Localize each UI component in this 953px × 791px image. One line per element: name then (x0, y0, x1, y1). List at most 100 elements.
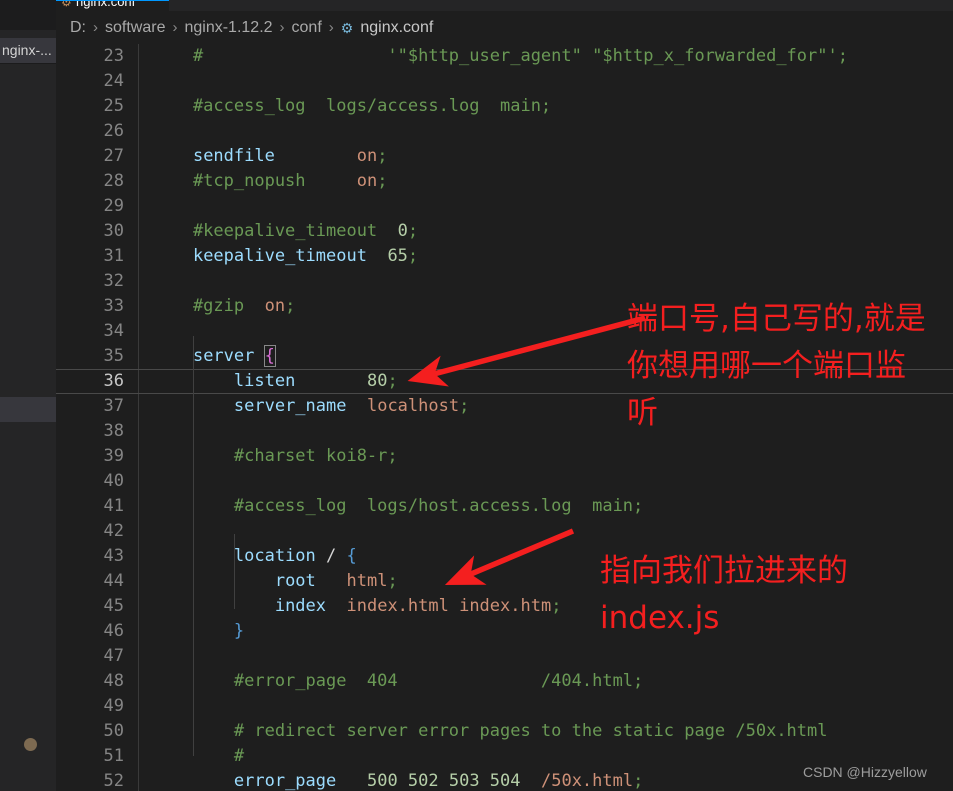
tab-strip: ⚙ nginx.conf (56, 0, 953, 11)
code-token: # '"$http_user_agent" "$http_x_forwarded… (152, 46, 848, 66)
indent-guide (193, 336, 194, 756)
watermark: CSDN @Hizzyellow (803, 764, 927, 780)
code-token: / (315, 546, 347, 566)
tab-label: nginx.conf (76, 0, 136, 9)
code-line[interactable]: 48 #error_page 404 /404.html; (56, 669, 953, 694)
code-line[interactable]: 46 } (56, 619, 953, 644)
line-number: 42 (103, 521, 124, 541)
breadcrumb-segment-software[interactable]: software (105, 19, 165, 37)
code-line[interactable]: 40 (56, 469, 953, 494)
line-content: # redirect server error pages to the sta… (152, 719, 828, 744)
code-token: ; (285, 296, 296, 316)
code-line[interactable]: 24 (56, 69, 953, 94)
code-token: index.html index.htm (346, 596, 552, 616)
line-number: 33 (103, 296, 124, 316)
line-number: 37 (103, 396, 124, 416)
breadcrumb-file[interactable]: nginx.conf (360, 19, 433, 37)
code-token: # (152, 746, 245, 766)
code-token: #access_log logs/host.access.log main; (152, 496, 644, 516)
code-line[interactable]: 38 (56, 419, 953, 444)
code-lines[interactable]: 23 # '"$http_user_agent" "$http_x_forwar… (56, 44, 953, 791)
breadcrumb-segment-conf[interactable]: conf (292, 19, 322, 37)
code-line[interactable]: 30 #keepalive_timeout 0; (56, 219, 953, 244)
code-line[interactable]: 27 sendfile on; (56, 144, 953, 169)
line-content: keepalive_timeout 65; (152, 244, 418, 269)
code-line[interactable]: 29 (56, 194, 953, 219)
code-token: root (274, 571, 316, 591)
code-line[interactable]: 43 location / { (56, 544, 953, 569)
code-token: on (356, 146, 378, 166)
code-line[interactable]: 32 (56, 269, 953, 294)
vscode-window: nginx-... ⚙ nginx.conf D: › software › n… (0, 0, 953, 791)
line-content: #access_log logs/host.access.log main; (152, 494, 643, 519)
code-token: on (264, 296, 286, 316)
gear-icon: ⚙ (340, 20, 354, 36)
line-content: #access_log logs/access.log main; (152, 94, 551, 119)
line-number: 41 (103, 496, 124, 516)
code-token: 80 (366, 371, 388, 391)
tab-nginx-conf[interactable]: ⚙ nginx.conf (56, 0, 169, 11)
line-number: 47 (103, 646, 124, 666)
code-token: #charset koi8-r; (152, 446, 398, 466)
code-line[interactable]: 28 #tcp_nopush on; (56, 169, 953, 194)
code-line[interactable]: 49 (56, 694, 953, 719)
code-line[interactable]: 25 #access_log logs/access.log main; (56, 94, 953, 119)
code-token: server_name (233, 396, 347, 416)
code-line[interactable]: 50 # redirect server error pages to the … (56, 719, 953, 744)
code-line[interactable]: 37 server_name localhost; (56, 394, 953, 419)
line-number: 52 (103, 771, 124, 791)
code-line[interactable]: 35 server { (56, 344, 953, 369)
chevron-right-icon: › (328, 19, 334, 36)
code-token: ; (377, 146, 388, 166)
breadcrumb-segment-nginx[interactable]: nginx-1.12.2 (184, 19, 272, 37)
code-editor[interactable]: 23 # '"$http_user_agent" "$http_x_forwar… (56, 44, 953, 791)
code-line[interactable]: 47 (56, 644, 953, 669)
line-content: #keepalive_timeout 0; (152, 219, 418, 244)
code-token: 500 502 503 504 (366, 771, 521, 791)
code-token: location (233, 546, 316, 566)
line-content: } (152, 619, 244, 644)
code-line[interactable]: 31 keepalive_timeout 65; (56, 244, 953, 269)
code-token: { (346, 546, 357, 566)
line-number: 50 (103, 721, 124, 741)
code-line[interactable]: 45 index index.html index.htm; (56, 594, 953, 619)
code-token: { (263, 345, 276, 367)
line-number: 44 (103, 571, 124, 591)
code-token: ; (551, 596, 562, 616)
code-token: server (192, 346, 255, 366)
line-content: index index.html index.htm; (152, 594, 562, 619)
breadcrumb-segment-drive[interactable]: D: (70, 19, 86, 37)
line-number: 34 (103, 321, 124, 341)
status-dot-icon (24, 738, 37, 751)
code-line[interactable]: 26 (56, 119, 953, 144)
line-number: 30 (103, 221, 124, 241)
code-line[interactable]: 42 (56, 519, 953, 544)
code-token: ; (407, 221, 419, 241)
line-number: 28 (103, 171, 124, 191)
breadcrumb[interactable]: D: › software › nginx-1.12.2 › conf › ⚙ … (56, 11, 953, 44)
code-line[interactable]: 34 (56, 319, 953, 344)
explorer-item-nginx[interactable]: nginx-... (0, 38, 56, 63)
explorer-item-selected[interactable] (0, 397, 56, 422)
code-token: index (274, 596, 327, 616)
code-line[interactable]: 36 listen 80; (56, 369, 953, 394)
line-content: #charset koi8-r; (152, 444, 398, 469)
line-content: #gzip on; (152, 294, 295, 319)
code-line[interactable]: 33 #gzip on; (56, 294, 953, 319)
chevron-right-icon: › (279, 19, 285, 36)
code-line[interactable]: 44 root html; (56, 569, 953, 594)
code-token: 65 (387, 246, 408, 266)
sidebar-divider (0, 63, 56, 64)
code-line[interactable]: 23 # '"$http_user_agent" "$http_x_forwar… (56, 44, 953, 69)
code-line[interactable]: 39 #charset koi8-r; (56, 444, 953, 469)
code-line[interactable]: 41 #access_log logs/host.access.log main… (56, 494, 953, 519)
